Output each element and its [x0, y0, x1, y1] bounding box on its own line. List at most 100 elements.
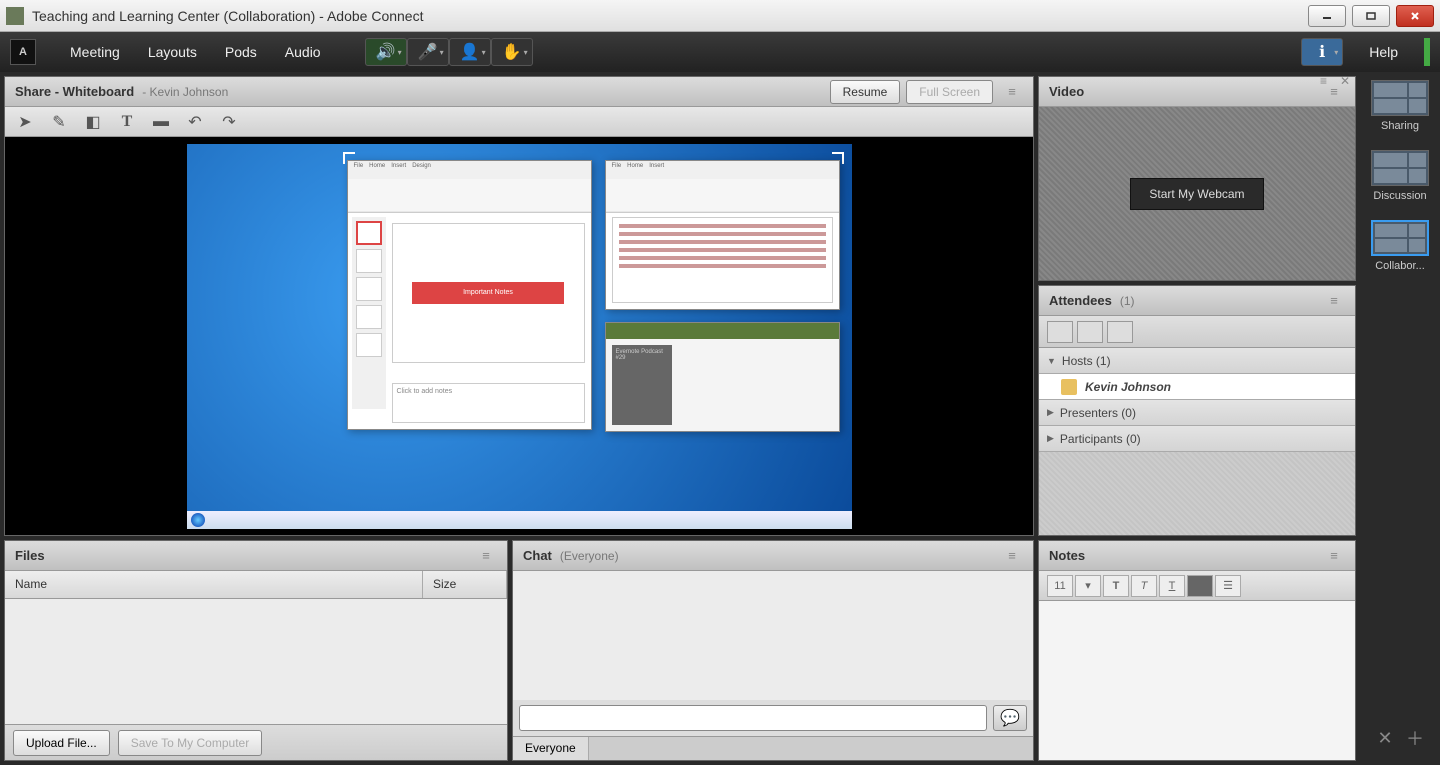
attendees-count: (1): [1120, 294, 1135, 308]
triangle-right-icon: ▶: [1047, 407, 1054, 418]
color-icon[interactable]: [1187, 575, 1213, 597]
whiteboard-toolbar: ➤ ✎ ◧ T ▬ ↶ ↷: [5, 107, 1033, 137]
attendee-group-hosts[interactable]: ▼Hosts (1): [1039, 348, 1355, 374]
speaker-icon: 🔊: [376, 42, 396, 62]
connection-status-icon: [1424, 38, 1430, 66]
chat-send-button[interactable]: 💬: [993, 705, 1027, 731]
close-button[interactable]: [1396, 5, 1434, 27]
shape-tool-icon[interactable]: ▬: [151, 112, 171, 132]
files-list[interactable]: [5, 599, 507, 724]
triangle-down-icon: ▼: [1047, 356, 1056, 366]
files-pod: Files ≡ Name Size Upload File... Save To…: [4, 540, 508, 761]
attendees-pod-title: Attendees: [1049, 293, 1112, 308]
attendee-host-item[interactable]: Kevin Johnson: [1039, 374, 1355, 400]
chat-pod-title: Chat: [523, 548, 552, 563]
undo-icon[interactable]: ↶: [185, 112, 205, 132]
fullscreen-button[interactable]: Full Screen: [906, 80, 993, 104]
chat-input[interactable]: [519, 705, 987, 731]
chevron-down-icon: ▾: [524, 48, 528, 57]
redo-icon[interactable]: ↷: [219, 112, 239, 132]
attendees-pod-menu-icon[interactable]: ≡: [1323, 292, 1345, 310]
underline-icon[interactable]: T: [1159, 575, 1185, 597]
notes-editor[interactable]: [1039, 601, 1355, 760]
powerpoint-window: FileHomeInsertDesign Important Notes Cli…: [347, 160, 592, 430]
menu-pods[interactable]: Pods: [211, 44, 271, 60]
menu-meeting[interactable]: Meeting: [56, 44, 134, 60]
attendee-group-participants[interactable]: ▶Participants (0): [1039, 426, 1355, 452]
share-pod-menu-icon[interactable]: ≡: [1001, 83, 1023, 101]
chat-pod-menu-icon[interactable]: ≡: [1001, 547, 1023, 565]
eraser-tool-icon[interactable]: ◧: [83, 112, 103, 132]
info-icon: ℹ: [1319, 42, 1325, 62]
layout-close-icon[interactable]: ✕: [1340, 74, 1354, 86]
resume-button[interactable]: Resume: [830, 80, 901, 104]
chevron-down-icon: ▾: [398, 48, 402, 57]
files-col-name[interactable]: Name: [5, 571, 423, 598]
info-button[interactable]: ℹ▾: [1301, 38, 1343, 66]
files-col-size[interactable]: Size: [423, 571, 507, 598]
minimize-button[interactable]: [1308, 5, 1346, 27]
attendees-pod: Attendees (1) ≡ ▼Hosts (1) Kevin Johnson…: [1038, 285, 1356, 536]
notes-pod-menu-icon[interactable]: ≡: [1323, 547, 1345, 565]
webcam-button[interactable]: 👤▾: [449, 38, 491, 66]
chat-messages[interactable]: [513, 571, 1033, 700]
adobe-logo-icon[interactable]: A: [10, 39, 36, 65]
slide-notes: Click to add notes: [392, 383, 585, 423]
share-presenter: - Kevin Johnson: [142, 85, 228, 99]
menubar: A Meeting Layouts Pods Audio 🔊▾ 🎤▾ 👤▾ ✋▾…: [0, 32, 1440, 72]
layouts-rail: Sharing Discussion Collabor... ✕ ＋: [1360, 72, 1440, 765]
chat-scope: (Everyone): [560, 549, 619, 563]
window-titlebar: Teaching and Learning Center (Collaborat…: [0, 0, 1440, 32]
layout-collaboration[interactable]: Collabor...: [1368, 220, 1432, 272]
menu-help[interactable]: Help: [1351, 44, 1416, 60]
layout-discussion[interactable]: Discussion: [1368, 150, 1432, 202]
raise-hand-icon: ✋: [502, 42, 522, 62]
start-orb-icon: [191, 513, 205, 527]
start-webcam-button[interactable]: Start My Webcam: [1130, 178, 1263, 210]
raise-hand-button[interactable]: ✋▾: [491, 38, 533, 66]
bullets-icon[interactable]: ☰: [1215, 575, 1241, 597]
slide-banner: Important Notes: [412, 282, 565, 304]
chat-bubble-icon: 💬: [1000, 708, 1020, 728]
window-title: Teaching and Learning Center (Collaborat…: [32, 8, 1308, 24]
layout-remove-icon[interactable]: ✕: [1376, 729, 1394, 747]
font-size-selector[interactable]: 11: [1047, 575, 1073, 597]
files-pod-menu-icon[interactable]: ≡: [475, 547, 497, 565]
chat-pod: Chat (Everyone) ≡ 💬 Everyone: [512, 540, 1034, 761]
speaker-button[interactable]: 🔊▾: [365, 38, 407, 66]
share-pod-title: Share - Whiteboard: [15, 84, 134, 99]
notes-pod: Notes ≡ 11 ▾ T T T ☰: [1038, 540, 1356, 761]
attendee-view-grid-icon[interactable]: [1077, 321, 1103, 343]
italic-icon[interactable]: T: [1131, 575, 1157, 597]
webcam-icon: 👤: [460, 42, 480, 62]
chevron-down-icon: ▾: [1334, 48, 1338, 57]
chevron-down-icon: ▾: [482, 48, 486, 57]
layout-add-icon[interactable]: ＋: [1406, 729, 1424, 747]
taskbar: [187, 511, 852, 529]
chevron-down-icon: ▾: [440, 48, 444, 57]
save-to-computer-button[interactable]: Save To My Computer: [118, 730, 263, 756]
bold-icon[interactable]: T: [1103, 575, 1129, 597]
text-tool-icon[interactable]: T: [117, 112, 137, 132]
video-pod: Video ≡ Start My Webcam: [1038, 76, 1356, 281]
menu-layouts[interactable]: Layouts: [134, 44, 211, 60]
evernote-window: Evernote Podcast #29: [605, 322, 840, 432]
maximize-button[interactable]: [1352, 5, 1390, 27]
app-icon: [6, 7, 24, 25]
pointer-tool-icon[interactable]: ➤: [15, 112, 35, 132]
attendee-view-list-icon[interactable]: [1047, 321, 1073, 343]
upload-file-button[interactable]: Upload File...: [13, 730, 110, 756]
pencil-tool-icon[interactable]: ✎: [49, 112, 69, 132]
layout-collapse-icon[interactable]: ≡: [1320, 74, 1334, 86]
font-size-dropdown-icon[interactable]: ▾: [1075, 575, 1101, 597]
notes-pod-title: Notes: [1049, 548, 1085, 563]
attendee-group-presenters[interactable]: ▶Presenters (0): [1039, 400, 1355, 426]
attendee-view-status-icon[interactable]: [1107, 321, 1133, 343]
files-pod-title: Files: [15, 548, 45, 563]
share-canvas[interactable]: FileHomeInsertDesign Important Notes Cli…: [5, 137, 1033, 535]
chat-tab-everyone[interactable]: Everyone: [513, 737, 589, 760]
menu-audio[interactable]: Audio: [271, 44, 335, 60]
share-pod: Share - Whiteboard - Kevin Johnson Resum…: [4, 76, 1034, 536]
layout-sharing[interactable]: Sharing: [1368, 80, 1432, 132]
microphone-button[interactable]: 🎤▾: [407, 38, 449, 66]
